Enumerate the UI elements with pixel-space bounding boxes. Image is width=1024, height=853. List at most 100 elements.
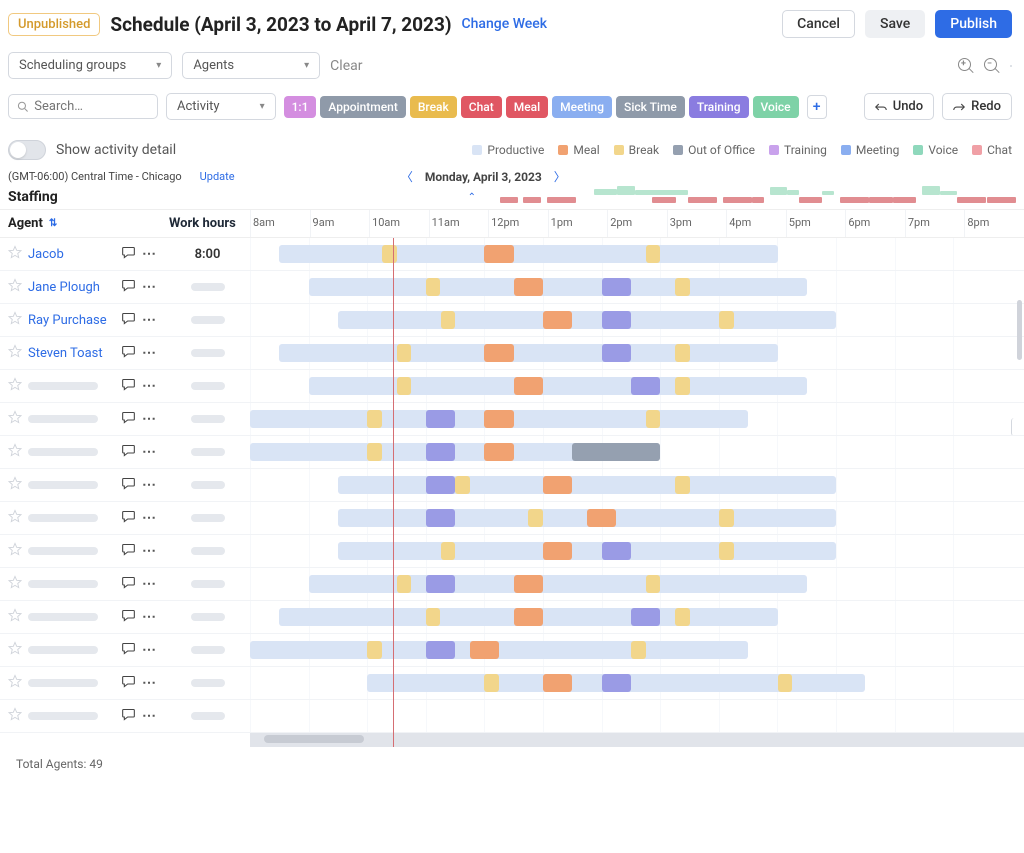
segment-break[interactable] [631, 641, 646, 659]
segment-prod[interactable] [279, 245, 777, 263]
segment-break[interactable] [367, 443, 382, 461]
comment-icon[interactable] [121, 377, 136, 396]
save-button[interactable]: Save [865, 10, 925, 38]
comment-icon[interactable] [121, 542, 136, 561]
segment-meal[interactable] [543, 311, 572, 329]
timeline[interactable] [250, 271, 1012, 303]
segment-meeting[interactable] [426, 476, 455, 494]
timeline[interactable] [250, 568, 1012, 600]
segment-meal[interactable] [514, 575, 543, 593]
zoom-out-icon[interactable]: − [984, 58, 1000, 74]
star-icon[interactable] [8, 410, 22, 428]
star-icon[interactable] [8, 476, 22, 494]
segment-prod[interactable] [338, 476, 836, 494]
segment-break[interactable] [675, 278, 690, 296]
timeline[interactable] [250, 700, 1012, 732]
activity-tag-meal[interactable]: Meal [506, 96, 548, 118]
segment-meal[interactable] [484, 410, 513, 428]
activity-detail-toggle[interactable] [8, 140, 46, 160]
comment-icon[interactable] [121, 311, 136, 330]
timeline[interactable] [250, 469, 1012, 501]
timezone-update-link[interactable]: Update [200, 170, 235, 183]
segment-break[interactable] [675, 344, 690, 362]
segment-break[interactable] [367, 641, 382, 659]
agent-name-link[interactable]: Jane Plough [28, 280, 100, 295]
segment-break[interactable] [719, 542, 734, 560]
segment-meeting[interactable] [426, 641, 455, 659]
activity-tag-chat[interactable]: Chat [461, 96, 502, 118]
segment-meal[interactable] [543, 674, 572, 692]
segment-prod[interactable] [309, 575, 807, 593]
star-icon[interactable] [8, 344, 22, 362]
segment-meeting[interactable] [426, 410, 455, 428]
comment-icon[interactable] [121, 344, 136, 363]
activity-select[interactable]: Activity ▾ [166, 93, 276, 120]
segment-meal[interactable] [543, 476, 572, 494]
segment-break[interactable] [646, 575, 661, 593]
segment-break[interactable] [441, 311, 456, 329]
segment-meeting[interactable] [602, 344, 631, 362]
segment-meal[interactable] [587, 509, 616, 527]
clear-filters-link[interactable]: Clear [330, 58, 362, 74]
timeline[interactable] [250, 238, 1012, 270]
comment-icon[interactable] [121, 443, 136, 462]
timeline[interactable] [250, 601, 1012, 633]
star-icon[interactable] [8, 575, 22, 593]
comment-icon[interactable] [121, 707, 136, 726]
activity-tag-appointment[interactable]: Appointment [320, 96, 405, 118]
segment-break[interactable] [675, 476, 690, 494]
timeline[interactable] [250, 337, 1012, 369]
activity-tag-voice[interactable]: Voice [753, 96, 799, 118]
col-agent-header[interactable]: Agent ⇅ [0, 210, 165, 237]
segment-prod[interactable] [309, 278, 807, 296]
comment-icon[interactable] [121, 641, 136, 660]
segment-break[interactable] [426, 278, 441, 296]
star-icon[interactable] [8, 377, 22, 395]
star-icon[interactable] [8, 674, 22, 692]
segment-meeting[interactable] [602, 674, 631, 692]
segment-meeting[interactable] [426, 443, 455, 461]
segment-prod[interactable] [279, 344, 777, 362]
add-activity-button[interactable]: + [807, 95, 827, 119]
timeline[interactable] [250, 304, 1012, 336]
segment-meal[interactable] [514, 608, 543, 626]
segment-break[interactable] [646, 410, 661, 428]
comment-icon[interactable] [121, 410, 136, 429]
segment-prod[interactable] [338, 311, 836, 329]
segment-break[interactable] [426, 608, 441, 626]
segment-meal[interactable] [484, 344, 513, 362]
horizontal-scroll-thumb[interactable] [264, 735, 364, 743]
timeline[interactable] [250, 634, 1012, 666]
segment-break[interactable] [441, 542, 456, 560]
star-icon[interactable] [8, 245, 22, 263]
timeline[interactable] [250, 535, 1012, 567]
segment-break[interactable] [367, 410, 382, 428]
segment-break[interactable] [719, 509, 734, 527]
segment-meal[interactable] [484, 245, 513, 263]
comment-icon[interactable] [121, 575, 136, 594]
timeline[interactable] [250, 370, 1012, 402]
undo-button[interactable]: Undo [864, 93, 934, 120]
segment-break[interactable] [675, 377, 690, 395]
timeline[interactable] [250, 403, 1012, 435]
star-icon[interactable] [8, 509, 22, 527]
horizontal-scrollbar[interactable] [250, 733, 1024, 747]
segment-prod[interactable] [250, 641, 748, 659]
segment-meeting[interactable] [602, 542, 631, 560]
segment-meeting[interactable] [631, 608, 660, 626]
segment-break[interactable] [397, 377, 412, 395]
redo-button[interactable]: Redo [942, 93, 1012, 120]
star-icon[interactable] [8, 641, 22, 659]
segment-meeting[interactable] [426, 509, 455, 527]
timeline[interactable] [250, 436, 1012, 468]
segment-prod[interactable] [338, 542, 836, 560]
segment-break[interactable] [397, 344, 412, 362]
segment-break[interactable] [778, 674, 793, 692]
activity-tag-1-1[interactable]: 1:1 [284, 96, 317, 118]
comment-icon[interactable] [121, 476, 136, 495]
segment-meeting[interactable] [602, 311, 631, 329]
cancel-button[interactable]: Cancel [782, 10, 855, 38]
comment-icon[interactable] [121, 674, 136, 693]
segment-break[interactable] [646, 245, 661, 263]
agent-name-link[interactable]: Steven Toast [28, 346, 103, 361]
